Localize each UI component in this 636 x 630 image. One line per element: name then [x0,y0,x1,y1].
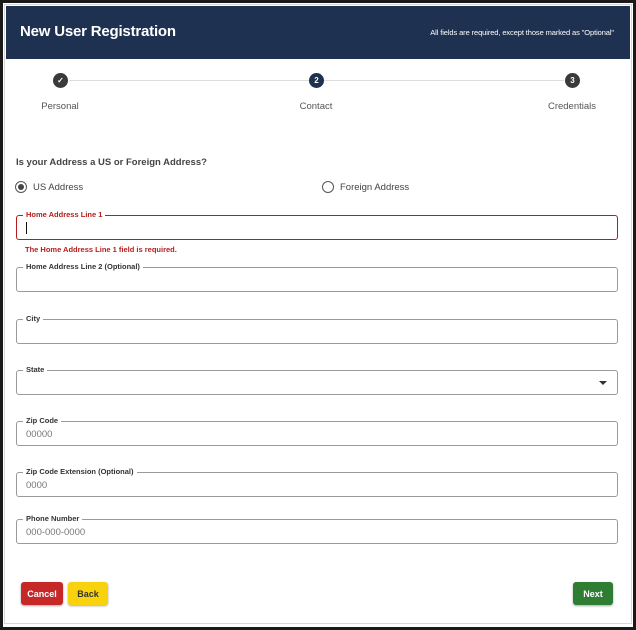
city-input[interactable]: City [16,314,618,344]
step-connector [324,80,564,81]
foreign-address-label: Foreign Address [340,181,410,193]
address-line1-error: The Home Address Line 1 field is require… [25,245,177,254]
next-button[interactable]: Next [573,582,613,605]
radio-selected-icon [15,181,27,193]
progress-stepper: ✓ Personal 2 Contact 3 Credentials [6,66,630,116]
home-address-line2-input[interactable]: Home Address Line 2 (Optional) [16,262,618,292]
home-address-line2-label: Home Address Line 2 (Optional) [23,262,143,271]
required-fields-note: All fields are required, except those ma… [430,28,614,37]
zip-extension-label: Zip Code Extension (Optional) [23,467,137,476]
city-label: City [23,314,44,323]
state-select[interactable]: State [16,365,618,395]
foreign-address-radio[interactable]: Foreign Address [322,181,409,193]
back-button[interactable]: Back [68,582,108,605]
phone-number-label: Phone Number [23,514,83,523]
step-connector [69,80,309,81]
dropdown-arrow-icon [599,381,607,385]
home-address-line1-input[interactable]: Home Address Line 1 [16,210,618,240]
address-type-question: Is your Address a US or Foreign Address? [16,157,207,168]
step-credentials-label: Credentials [547,101,597,112]
step-contact-number: 2 [309,73,324,88]
step-credentials-number: 3 [565,73,580,88]
zip-extension-input[interactable]: Zip Code Extension (Optional) 0000 [16,467,618,497]
zip-code-input[interactable]: Zip Code 00000 [16,416,618,446]
page-title: New User Registration [20,23,176,40]
us-address-label: US Address [33,181,84,193]
phone-number-input[interactable]: Phone Number 000-000-0000 [16,514,618,544]
page-header: New User Registration All fields are req… [6,6,630,59]
radio-unselected-icon [322,181,334,193]
zip-extension-placeholder: 0000 [26,480,48,491]
step-personal-checkmark-icon: ✓ [53,73,68,88]
phone-number-placeholder: 000-000-0000 [26,527,86,538]
step-contact-label: Contact [299,101,333,112]
text-cursor [26,222,27,234]
us-address-radio[interactable]: US Address [15,181,83,193]
step-personal-label: Personal [41,101,79,112]
zip-code-placeholder: 00000 [26,429,53,440]
zip-code-label: Zip Code [23,416,62,425]
cancel-button[interactable]: Cancel [21,582,63,605]
home-address-line1-label: Home Address Line 1 [23,210,106,219]
state-label: State [23,365,48,374]
